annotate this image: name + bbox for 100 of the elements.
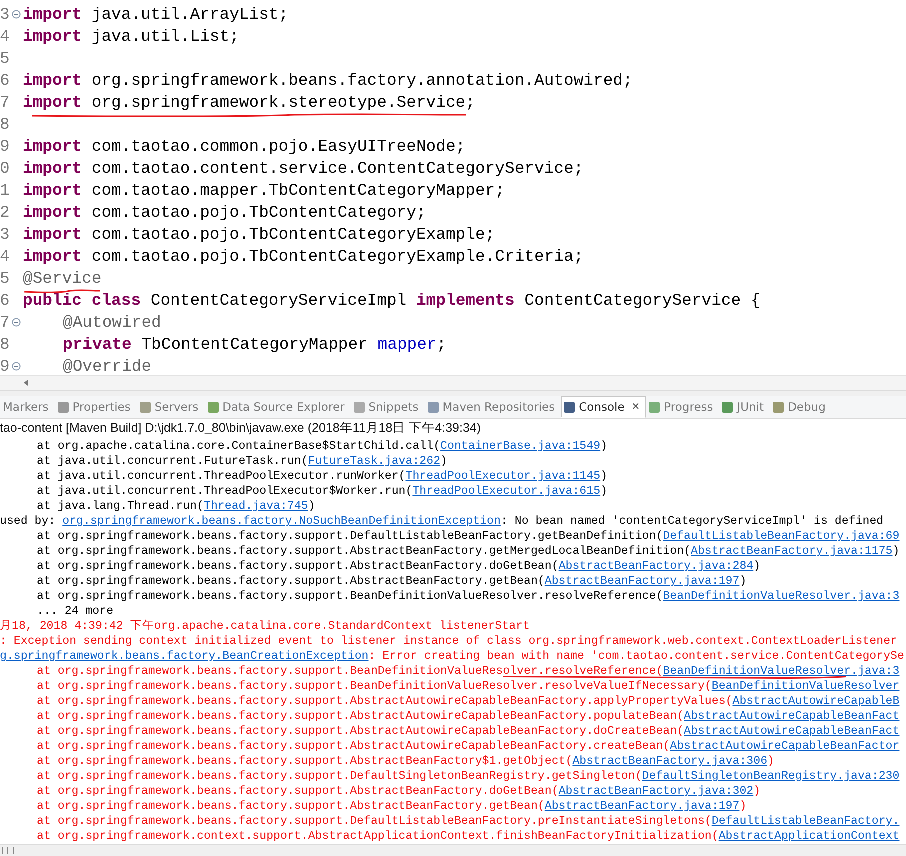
log-text: at org.springframework.context.support.AbstractApplicationContext.finishBeanFactoryInitialization( (37, 829, 719, 844)
code-line: import com.taotao.pojo.TbContentCategory; (23, 202, 426, 222)
source-link[interactable]: AbstractAutowireCapableBeanFact (684, 709, 900, 724)
log-text: ) (754, 784, 761, 799)
log-text: at java.util.concurrent.ThreadPoolExecutor$Worker.run( (37, 484, 413, 499)
view-tab[interactable]: Data Source Explorer (204, 396, 351, 418)
view-icon (354, 402, 365, 412)
view-tab[interactable]: Maven Repositories (424, 396, 562, 418)
log-text: at org.springframework.beans.factory.support.AbstractBeanFactory.getBean( (37, 574, 545, 589)
log-text: ) (892, 544, 900, 559)
log-text: ) (600, 484, 608, 499)
log-text: at java.util.concurrent.ThreadPoolExecutor.runWorker( (37, 469, 406, 484)
line-number: 0 (0, 158, 11, 178)
line-number: 5 (0, 48, 11, 68)
line-number: 3 (0, 224, 11, 244)
view-tab[interactable]: Servers (136, 396, 205, 418)
fold-icon[interactable] (12, 10, 21, 18)
source-link[interactable]: AbstractBeanFactory.java:197 (544, 799, 740, 814)
source-link[interactable]: org.springframework.beans.factory.NoSuchBeanDefinitionException (62, 514, 501, 529)
log-text: at org.springframework.beans.factory.support.DefaultSingletonBeanRegistry.getSingleton( (37, 769, 642, 784)
source-link[interactable]: AbstractAutowireCapableBeanFact (684, 724, 900, 739)
log-text: at org.springframework.beans.factory.support.DefaultListableBeanFactory.preInstantiateSingletons( (37, 814, 712, 829)
line-number: 6 (0, 70, 11, 90)
fold-icon[interactable] (12, 318, 21, 326)
code-line: import java.util.ArrayList; (23, 4, 289, 24)
view-tab[interactable]: Console ✕ (561, 396, 646, 418)
line-number: 9 (0, 136, 11, 156)
source-link[interactable]: BeanDefinitionValueResolver.java:3 (663, 664, 900, 679)
view-icon (649, 402, 660, 412)
log-text: : Error creating bean with name 'com.taotao.content.service.ContentCategorySe (368, 649, 904, 664)
view-tab[interactable]: Snippets (350, 396, 425, 418)
line-number: 8 (0, 334, 11, 354)
code-line: import org.springframework.beans.factory.annotation.Autowired; (23, 70, 633, 90)
source-link[interactable]: Thread.java:745 (204, 499, 308, 514)
log-text: : No bean named 'contentCategoryServiceImpl' is defined (500, 514, 884, 529)
log-text: at org.apache.catalina.core.ContainerBase$StartChild.call( (37, 439, 441, 454)
source-link[interactable]: AbstractBeanFactory.java:1175 (691, 544, 893, 559)
source-link[interactable]: ThreadPoolExecutor.java:1145 (406, 469, 601, 484)
view-tab[interactable]: JUnit (719, 396, 770, 418)
source-link[interactable]: BeanDefinitionValueResolver.java:3 (663, 589, 900, 604)
source-link[interactable]: AbstractBeanFactory.java:302 (558, 784, 754, 799)
line-number: 4 (0, 246, 11, 266)
source-link[interactable]: AbstractBeanFactory.java:197 (544, 574, 740, 589)
source-link[interactable]: DefaultSingletonBeanRegistry.java:230 (642, 769, 900, 784)
source-link[interactable]: AbstractAutowireCapableB (732, 694, 900, 709)
source-link[interactable]: g.springframework.beans.factory.BeanCreationException (0, 649, 369, 664)
log-text: at org.springframework.beans.factory.support.AbstractBeanFactory.doGetBean( (37, 784, 559, 799)
view-tab[interactable]: Progress (646, 396, 720, 418)
log-text: at org.springframework.beans.factory.support.AbstractBeanFactory.getMergedLocalBeanDefinition( (37, 544, 691, 559)
code-line: import com.taotao.mapper.TbContentCategoryMapper; (23, 180, 505, 200)
log-text: ) (768, 754, 774, 769)
scroll-grip-icon[interactable] (2, 847, 14, 854)
source-link[interactable]: ContainerBase.java:1549 (440, 439, 601, 454)
log-text: at org.springframework.beans.factory.support.DefaultListableBeanFactory.getBeanDefinition( (37, 529, 664, 544)
source-link[interactable]: AbstractAutowireCapableBeanFactor (670, 739, 900, 754)
log-text: 月18, 2018 4:39:42 下午org.apache.catalina.core.StandardContext listenerStart (0, 619, 530, 634)
log-text: : Exception sending context initialized event to listener instance of class org.springframework.web.context.ContextLoaderListener (0, 634, 898, 649)
view-tab[interactable]: Debug (770, 396, 832, 418)
fold-icon[interactable] (12, 362, 21, 370)
scrollbar[interactable] (0, 375, 906, 391)
line-number: 6 (0, 290, 11, 310)
view-icon (58, 402, 69, 412)
log-text: at org.springframework.beans.factory.support.AbstractAutowireCapableBeanFactory.createBean( (37, 739, 670, 754)
log-text: at org.springframework.beans.factory.support.AbstractAutowireCapableBeanFactory.populateBean( (37, 709, 684, 724)
log-text: ) (600, 439, 608, 454)
code-line: import java.util.List; (23, 26, 240, 46)
line-number: 1 (0, 180, 11, 200)
log-text: at org.springframework.beans.factory.support.BeanDefinitionValueResolver.resolveValueIfNecessary( (37, 679, 712, 694)
view-tab[interactable]: Markers (0, 396, 55, 418)
log-text: at org.springframework.beans.factory.support.BeanDefinitionValueResolver.resolveReference( (37, 664, 664, 679)
log-text: ) (754, 559, 761, 574)
source-link[interactable]: DefaultListableBeanFactory.java:69 (663, 529, 900, 544)
log-text: ) (600, 469, 608, 484)
line-number: 3 (0, 4, 11, 24)
source-link[interactable]: FutureTask.java:262 (308, 454, 441, 469)
code-line: @Service (23, 268, 102, 288)
line-number: 7 (0, 312, 11, 332)
code-line: import com.taotao.pojo.TbContentCategoryExample; (23, 224, 496, 244)
code-line: @Override (63, 356, 152, 375)
view-icon (428, 402, 439, 412)
code-line: @Autowired (63, 312, 162, 332)
line-number: 2 (0, 202, 11, 222)
source-link[interactable]: AbstractBeanFactory.java:284 (558, 559, 754, 574)
source-link[interactable]: BeanDefinitionValueResolver (712, 679, 900, 694)
source-link[interactable]: ThreadPoolExecutor.java:615 (412, 484, 601, 499)
log-text: at org.springframework.beans.factory.support.BeanDefinitionValueResolver.resolveReference( (37, 589, 664, 604)
log-text: at java.lang.Thread.run( (37, 499, 204, 514)
log-text: at java.util.concurrent.FutureTask.run( (37, 454, 308, 469)
log-text: at org.springframework.beans.factory.support.AbstractBeanFactory.doGetBean( (37, 559, 559, 574)
close-button[interactable]: ✕ (632, 402, 640, 412)
line-number: 4 (0, 26, 11, 46)
source-link[interactable]: DefaultListableBeanFactory. (712, 814, 900, 829)
scrollbar[interactable] (0, 844, 906, 856)
code-line: import com.taotao.common.pojo.EasyUITreeNode; (23, 136, 466, 156)
scroll-left-icon[interactable] (24, 380, 28, 386)
code-line: import com.taotao.content.service.ContentCategoryService; (23, 158, 584, 178)
view-tab[interactable]: Properties (54, 396, 137, 418)
source-link[interactable]: AbstractBeanFactory.java:306 (572, 754, 768, 769)
source-link[interactable]: AbstractApplicationContext (718, 829, 900, 844)
view-icon (140, 402, 151, 412)
